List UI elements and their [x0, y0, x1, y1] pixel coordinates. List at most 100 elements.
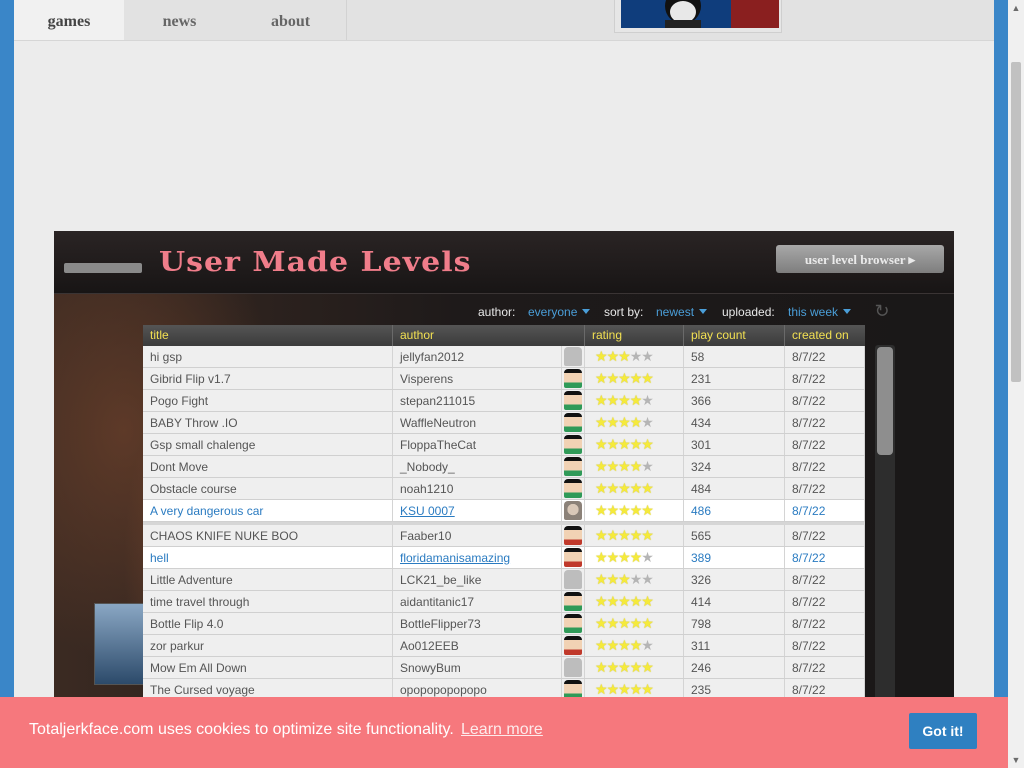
table-row[interactable]: BABY Throw .IO WaffleNeutron ★★★★★ 434 8/7/2… [143, 412, 865, 434]
character-face-icon [564, 369, 582, 388]
level-title[interactable]: hell [143, 547, 393, 568]
column-author[interactable]: author [393, 325, 585, 346]
table-row[interactable]: Mow Em All Down SnowyBum ★★★★★ 246 8/7/22 [143, 657, 865, 679]
tab-games[interactable]: games [14, 0, 125, 40]
author-name[interactable]: FloppaTheCat [400, 438, 476, 452]
table-row[interactable]: hell floridamanisamazing ★★★★★ 389 8/7/22 [143, 547, 865, 569]
star-icon: ★ [606, 392, 620, 408]
level-author[interactable]: jellyfan2012 [393, 346, 562, 367]
star-rating: ★★★★★ [595, 434, 654, 455]
level-author[interactable]: floridamanisamazing [393, 547, 562, 568]
created-date: 8/7/22 [785, 456, 865, 477]
table-row[interactable]: Obstacle course noah1210 ★★★★★ 484 8/7/22 [143, 478, 865, 500]
level-rating: ★★★★★ [585, 346, 684, 367]
star-icon: ★ [641, 659, 654, 675]
character-face-icon [564, 614, 582, 633]
tab-news[interactable]: news [124, 0, 236, 40]
level-title[interactable]: Obstacle course [143, 478, 393, 499]
table-row[interactable]: A very dangerous car KSU 0007 ★★★★★ 486 8/7/… [143, 500, 865, 522]
page-scrollbar[interactable]: ▲ ▼ [1008, 0, 1024, 768]
created-date: 8/7/22 [785, 547, 865, 568]
table-row[interactable]: CHAOS KNIFE NUKE BOO Faaber10 ★★★★★ 565 8/7/… [143, 525, 865, 547]
level-title[interactable]: CHAOS KNIFE NUKE BOO [143, 525, 393, 546]
author-name[interactable]: aidantitanic17 [400, 595, 474, 609]
level-author[interactable]: Faaber10 [393, 525, 562, 546]
level-title[interactable]: Bottle Flip 4.0 [143, 613, 393, 634]
level-title[interactable]: Dont Move [143, 456, 393, 477]
star-rating: ★★★★★ [595, 390, 654, 411]
sort-filter-dropdown[interactable]: newest [656, 305, 708, 319]
level-author[interactable]: FloppaTheCat [393, 434, 562, 455]
level-title[interactable]: Little Adventure [143, 569, 393, 590]
table-row[interactable]: Dont Move _Nobody_ ★★★★★ 324 8/7/22 [143, 456, 865, 478]
table-row[interactable]: Pogo Fight stepan211015 ★★★★★ 366 8/7/22 [143, 390, 865, 412]
table-row[interactable]: Gsp small chalenge FloppaTheCat ★★★★★ 301 8/… [143, 434, 865, 456]
level-author[interactable]: KSU 0007 [393, 500, 562, 521]
level-title[interactable]: Pogo Fight [143, 390, 393, 411]
table-row[interactable]: Gibrid Flip v1.7 Visperens ★★★★★ 231 8/7/22 [143, 368, 865, 390]
level-title[interactable]: BABY Throw .IO [143, 412, 393, 433]
column-title[interactable]: title [143, 325, 393, 346]
scroll-thumb[interactable] [1011, 62, 1021, 382]
author-name[interactable]: Faaber10 [400, 529, 451, 543]
column-play-count[interactable]: play count [684, 325, 785, 346]
play-count: 798 [684, 613, 785, 634]
game-frame[interactable]: User Made Levels user level browser ▸ au… [54, 231, 954, 768]
tab-about[interactable]: about [235, 0, 347, 40]
scroll-down-icon[interactable]: ▼ [1008, 752, 1024, 768]
level-title[interactable]: Mow Em All Down [143, 657, 393, 678]
author-name[interactable]: _Nobody_ [400, 460, 455, 474]
author-name[interactable]: opopopopopopo [400, 683, 487, 697]
level-title[interactable]: Gsp small chalenge [143, 434, 393, 455]
level-title[interactable]: zor parkur [143, 635, 393, 656]
level-author[interactable]: LCK21_be_like [393, 569, 562, 590]
refresh-icon[interactable]: ↻ [872, 301, 892, 321]
star-icon: ★ [629, 392, 643, 408]
author-name[interactable]: floridamanisamazing [400, 551, 510, 565]
user-level-browser-button[interactable]: user level browser ▸ [776, 245, 944, 273]
table-row[interactable]: hi gsp jellyfan2012 ★★★★★ 58 8/7/22 [143, 346, 865, 368]
back-button[interactable] [64, 263, 142, 273]
level-author[interactable]: BottleFlipper73 [393, 613, 562, 634]
scroll-up-icon[interactable]: ▲ [1008, 0, 1024, 16]
star-icon: ★ [641, 370, 654, 386]
table-row[interactable]: Little Adventure LCK21_be_like ★★★★★ 326 8/7… [143, 569, 865, 591]
level-author[interactable]: Ao012EEB [393, 635, 562, 656]
author-name[interactable]: LCK21_be_like [400, 573, 481, 587]
level-title[interactable]: A very dangerous car [143, 500, 393, 521]
table-row[interactable]: zor parkur Ao012EEB ★★★★★ 311 8/7/22 [143, 635, 865, 657]
column-created-on[interactable]: created on [785, 325, 865, 346]
star-icon: ★ [618, 593, 631, 609]
level-author[interactable]: _Nobody_ [393, 456, 562, 477]
level-title[interactable]: Gibrid Flip v1.7 [143, 368, 393, 389]
uploaded-filter-dropdown[interactable]: this week [788, 305, 852, 319]
column-rating[interactable]: rating [585, 325, 684, 346]
level-author[interactable]: noah1210 [393, 478, 562, 499]
level-title[interactable]: time travel through [143, 591, 393, 612]
level-author[interactable]: stepan211015 [393, 390, 562, 411]
author-name[interactable]: Ao012EEB [400, 639, 459, 653]
table-scroll-thumb[interactable] [877, 347, 893, 455]
learn-more-link[interactable]: Learn more [461, 721, 543, 739]
author-name[interactable]: BottleFlipper73 [400, 617, 481, 631]
star-icon: ★ [618, 681, 631, 697]
level-title[interactable]: hi gsp [143, 346, 393, 367]
author-name[interactable]: KSU 0007 [400, 504, 455, 518]
cookie-banner: Totaljerkface.com uses cookies to optimi… [0, 697, 1008, 768]
created-date: 8/7/22 [785, 390, 865, 411]
level-author[interactable]: SnowyBum [393, 657, 562, 678]
author-name[interactable]: jellyfan2012 [400, 350, 464, 364]
author-name[interactable]: SnowyBum [400, 661, 461, 675]
table-row[interactable]: time travel through aidantitanic17 ★★★★★ 41… [143, 591, 865, 613]
level-author[interactable]: Visperens [393, 368, 562, 389]
level-author[interactable]: aidantitanic17 [393, 591, 562, 612]
got-it-button[interactable]: Got it! [909, 713, 977, 749]
author-name[interactable]: WaffleNeutron [400, 416, 476, 430]
star-icon: ★ [618, 571, 631, 587]
author-name[interactable]: Visperens [400, 372, 453, 386]
author-name[interactable]: noah1210 [400, 482, 453, 496]
author-name[interactable]: stepan211015 [400, 394, 475, 408]
table-row[interactable]: Bottle Flip 4.0 BottleFlipper73 ★★★★★ 798 8/… [143, 613, 865, 635]
author-filter-dropdown[interactable]: everyone [528, 305, 591, 319]
level-author[interactable]: WaffleNeutron [393, 412, 562, 433]
